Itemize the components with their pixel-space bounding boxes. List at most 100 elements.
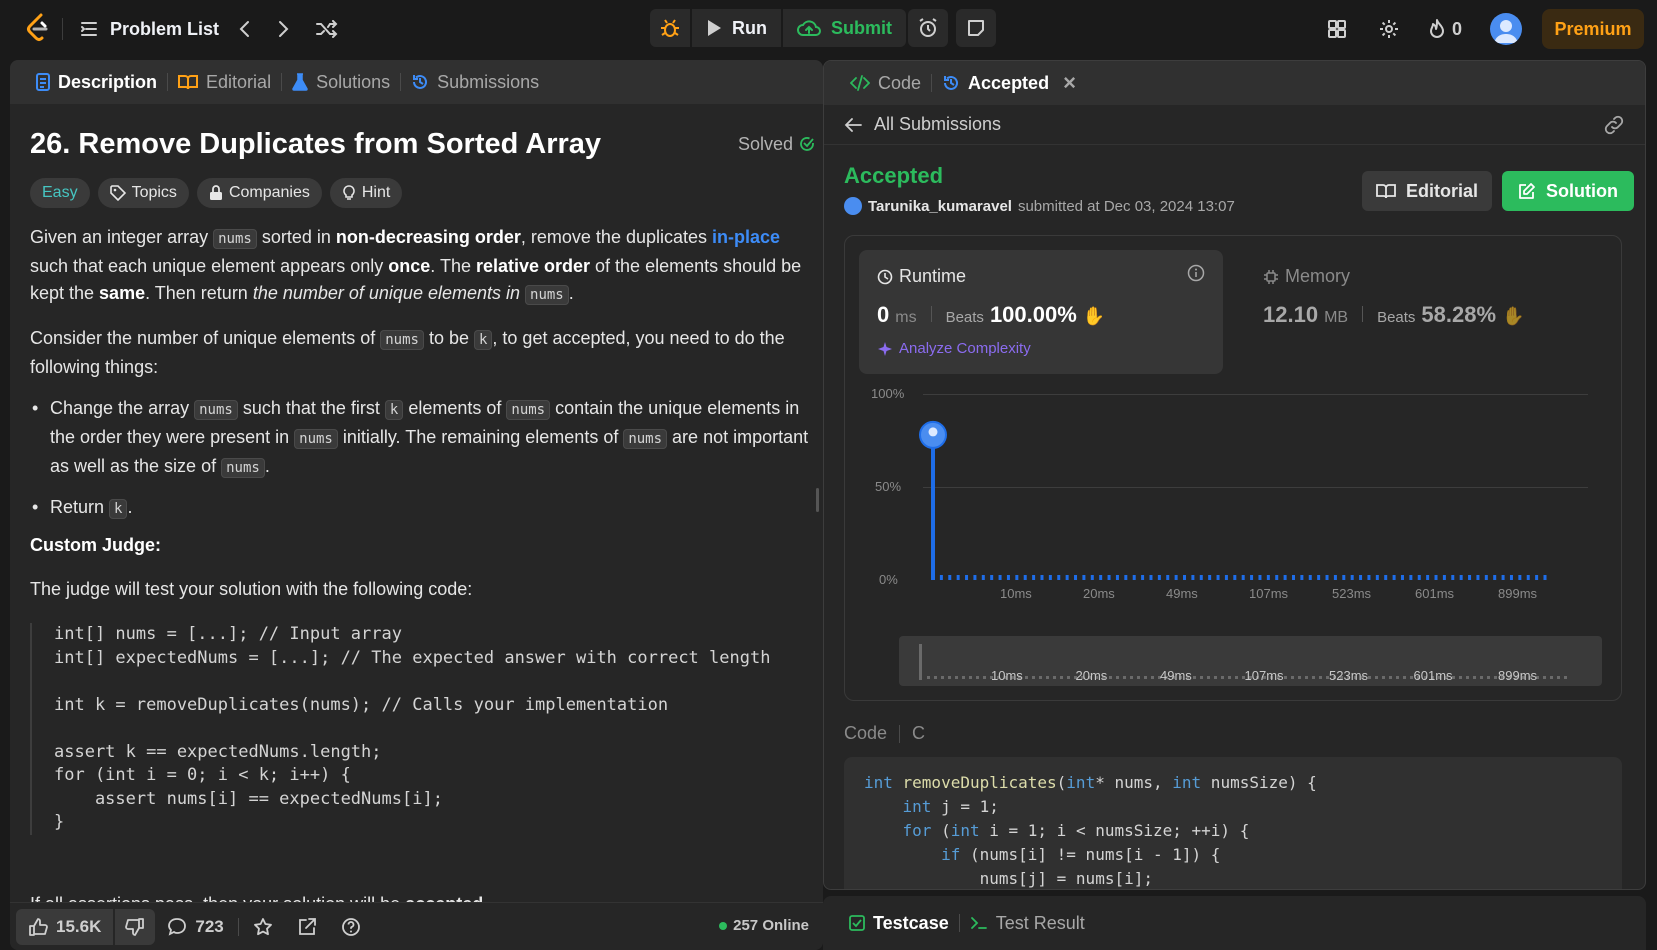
chart-bar[interactable] — [1258, 575, 1262, 580]
chart-bar[interactable] — [1426, 575, 1430, 580]
chart-bar[interactable] — [1191, 575, 1195, 580]
chart-bar[interactable] — [998, 575, 1002, 580]
chart-bar[interactable] — [956, 575, 960, 580]
chart-bar[interactable] — [1476, 575, 1480, 580]
runtime-distribution-chart[interactable]: 100% 50% 0% 10ms 20ms 49ms 107ms 523ms 601ms 8… — [845, 386, 1623, 616]
chart-bar[interactable] — [1275, 575, 1279, 580]
chart-bar[interactable] — [1048, 575, 1052, 580]
chart-navigator[interactable]: 10ms 20ms 49ms 107ms 523ms 601ms 899ms — [899, 636, 1602, 686]
chart-bar[interactable] — [939, 575, 943, 580]
notes-button[interactable] — [956, 9, 996, 47]
dislike-button[interactable] — [115, 908, 156, 945]
chart-bar[interactable] — [1518, 575, 1522, 580]
share-button[interactable] — [285, 909, 329, 945]
difficulty-chip[interactable]: Easy — [30, 178, 90, 208]
analyze-complexity-link[interactable]: Analyze Complexity — [877, 340, 1031, 357]
chart-bar[interactable] — [1216, 575, 1220, 580]
chart-bar[interactable] — [1317, 575, 1321, 580]
chart-bar[interactable] — [965, 575, 969, 580]
chart-bar[interactable] — [1124, 575, 1128, 580]
chart-bar[interactable] — [1300, 575, 1304, 580]
chart-bar[interactable] — [1115, 575, 1119, 580]
solution-button[interactable]: Solution — [1502, 171, 1634, 211]
navigator-handle[interactable] — [919, 644, 922, 680]
all-submissions-link[interactable]: All Submissions — [874, 114, 1001, 135]
chart-bar[interactable] — [973, 575, 977, 580]
link-icon[interactable] — [1603, 115, 1625, 135]
layout-button[interactable] — [1326, 13, 1348, 45]
random-problem-button[interactable] — [312, 14, 342, 44]
chart-bar[interactable] — [1107, 575, 1111, 580]
chart-bar[interactable] — [1509, 575, 1513, 580]
arrow-left-icon[interactable] — [844, 117, 862, 133]
chart-bar[interactable] — [1367, 575, 1371, 580]
chart-bar[interactable] — [948, 575, 952, 580]
chart-bar[interactable] — [990, 575, 994, 580]
leetcode-logo-icon[interactable] — [24, 12, 52, 44]
chart-bar[interactable] — [1074, 575, 1078, 580]
chart-bar[interactable] — [1333, 575, 1337, 580]
comments-button[interactable]: 723 — [155, 909, 235, 945]
run-button[interactable]: Run — [692, 9, 781, 47]
in-place-link[interactable]: in-place — [712, 227, 780, 247]
chart-bar[interactable] — [1174, 575, 1178, 580]
hint-chip[interactable]: Hint — [329, 178, 403, 208]
chart-bar-highlight[interactable] — [931, 427, 935, 580]
chart-bar[interactable] — [1199, 575, 1203, 580]
chart-bar[interactable] — [1442, 575, 1446, 580]
problem-list-button[interactable]: Problem List — [80, 14, 219, 44]
timer-button[interactable] — [908, 9, 948, 47]
chart-bar[interactable] — [1434, 575, 1438, 580]
chart-bar[interactable] — [1375, 575, 1379, 580]
chart-bar[interactable] — [1250, 575, 1254, 580]
chart-bar[interactable] — [1166, 575, 1170, 580]
memory-box[interactable]: Memory 12.10 MB Beats 58.28% ✋ — [1245, 250, 1605, 374]
chart-bar[interactable] — [1409, 575, 1413, 580]
chart-bar[interactable] — [1283, 575, 1287, 580]
tab-code[interactable]: Code — [842, 73, 929, 94]
tab-submissions[interactable]: Submissions — [403, 72, 547, 93]
tab-editorial[interactable]: Editorial — [170, 72, 279, 93]
info-icon[interactable] — [1187, 264, 1205, 282]
chart-bar[interactable] — [1484, 575, 1488, 580]
help-button[interactable] — [329, 909, 373, 945]
companies-chip[interactable]: Companies — [196, 178, 322, 208]
chart-bar[interactable] — [1400, 575, 1404, 580]
chart-bar[interactable] — [1224, 575, 1228, 580]
chart-bar[interactable] — [1141, 575, 1145, 580]
editorial-button[interactable]: Editorial — [1362, 171, 1492, 211]
debug-button[interactable] — [650, 9, 690, 47]
chart-bar[interactable] — [1493, 575, 1497, 580]
chart-bar[interactable] — [1132, 575, 1136, 580]
chart-bar[interactable] — [1459, 575, 1463, 580]
submitter-name[interactable]: Tarunika_kumaravel — [868, 198, 1012, 215]
chart-bar[interactable] — [1015, 575, 1019, 580]
chart-bar[interactable] — [1090, 575, 1094, 580]
chart-bar[interactable] — [1359, 575, 1363, 580]
chart-bar[interactable] — [1291, 575, 1295, 580]
panel-resize-handle[interactable] — [816, 488, 819, 512]
problem-title[interactable]: 26. Remove Duplicates from Sorted Array — [30, 128, 601, 161]
tab-testcase[interactable]: Testcase — [841, 913, 957, 934]
chart-bar[interactable] — [1468, 575, 1472, 580]
premium-button[interactable]: Premium — [1542, 9, 1644, 49]
chart-bar[interactable] — [1342, 575, 1346, 580]
prev-problem-button[interactable] — [230, 14, 260, 44]
chart-bar[interactable] — [1023, 575, 1027, 580]
chart-bar[interactable] — [1451, 575, 1455, 580]
chart-bar[interactable] — [1241, 575, 1245, 580]
chart-bar[interactable] — [1417, 575, 1421, 580]
chart-bar[interactable] — [1526, 575, 1530, 580]
chart-bar[interactable] — [1099, 575, 1103, 580]
close-tab-icon[interactable]: × — [1063, 70, 1076, 96]
tab-description[interactable]: Description — [28, 72, 165, 93]
chart-bar[interactable] — [1082, 575, 1086, 580]
chart-bar[interactable] — [1183, 575, 1187, 580]
tab-test-result[interactable]: Test Result — [962, 913, 1093, 934]
chart-bar[interactable] — [1325, 575, 1329, 580]
tab-solutions[interactable]: Solutions — [284, 72, 398, 93]
settings-button[interactable] — [1378, 13, 1400, 45]
chart-bar[interactable] — [1208, 575, 1212, 580]
chart-bar[interactable] — [1392, 575, 1396, 580]
chart-bar[interactable] — [1535, 575, 1539, 580]
